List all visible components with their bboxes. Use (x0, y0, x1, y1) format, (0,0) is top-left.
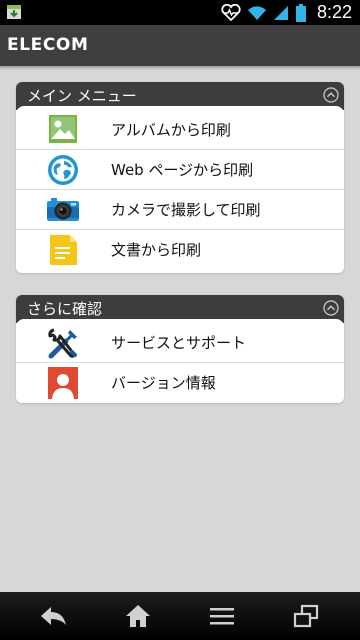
status-indicators: 8:22 (221, 0, 352, 25)
menu-item-label: Web ページから印刷 (111, 161, 254, 179)
recent-apps-icon (293, 604, 319, 628)
menu-item-album[interactable]: アルバムから印刷 (16, 110, 344, 150)
signal-icon (273, 5, 288, 20)
globe-icon (48, 155, 78, 185)
menu-icon (210, 608, 234, 625)
back-button[interactable] (24, 592, 84, 640)
menu-item-support[interactable]: サービスとサポート (16, 323, 344, 363)
user-icon (48, 367, 78, 399)
menu-button[interactable] (192, 592, 252, 640)
menu-item-document[interactable]: 文書から印刷 (16, 230, 344, 270)
photo-album-icon (49, 115, 77, 143)
menu-item-version[interactable]: バージョン情報 (16, 363, 344, 403)
main-menu-panel: メイン メニュー アルバムから印刷 Web ページから印刷 カメラで撮影して印刷… (16, 82, 344, 273)
wifi-icon (247, 5, 266, 20)
recent-apps-button[interactable] (276, 592, 336, 640)
home-icon (126, 605, 150, 627)
tools-icon (48, 328, 77, 359)
app-bar: ELECOM (0, 25, 360, 66)
navigation-bar (0, 592, 360, 640)
status-time: 8:22 (316, 2, 352, 22)
menu-item-label: アルバムから印刷 (111, 121, 231, 139)
app-bar-shadow (0, 66, 360, 70)
menu-item-label: 文書から印刷 (111, 241, 202, 259)
home-button[interactable] (108, 592, 168, 640)
document-icon (50, 235, 77, 265)
menu-item-label: サービスとサポート (111, 334, 247, 352)
more-menu-list: サービスとサポート バージョン情報 (16, 319, 344, 403)
menu-item-camera[interactable]: カメラで撮影して印刷 (16, 190, 344, 230)
battery-icon (295, 3, 306, 22)
main-menu-title: メイン メニュー (27, 87, 137, 105)
menu-item-label: バージョン情報 (111, 374, 216, 392)
camera-icon (47, 198, 79, 221)
back-icon (41, 607, 66, 625)
main-menu-list: アルバムから印刷 Web ページから印刷 カメラで撮影して印刷 文書から印刷 (16, 106, 344, 273)
status-bar: 8:22 (0, 0, 360, 25)
collapse-chevron-icon[interactable] (323, 300, 339, 316)
more-menu-panel: さらに確認 サービスとサポート バージョン情報 (16, 295, 344, 403)
more-menu-title: さらに確認 (27, 300, 103, 318)
collapse-chevron-icon[interactable] (323, 87, 339, 103)
download-notification-icon (7, 5, 21, 19)
heart-monitor-icon (221, 3, 241, 21)
menu-item-web[interactable]: Web ページから印刷 (16, 150, 344, 190)
menu-item-label: カメラで撮影して印刷 (111, 201, 261, 219)
brand-logo: ELECOM (7, 35, 89, 55)
